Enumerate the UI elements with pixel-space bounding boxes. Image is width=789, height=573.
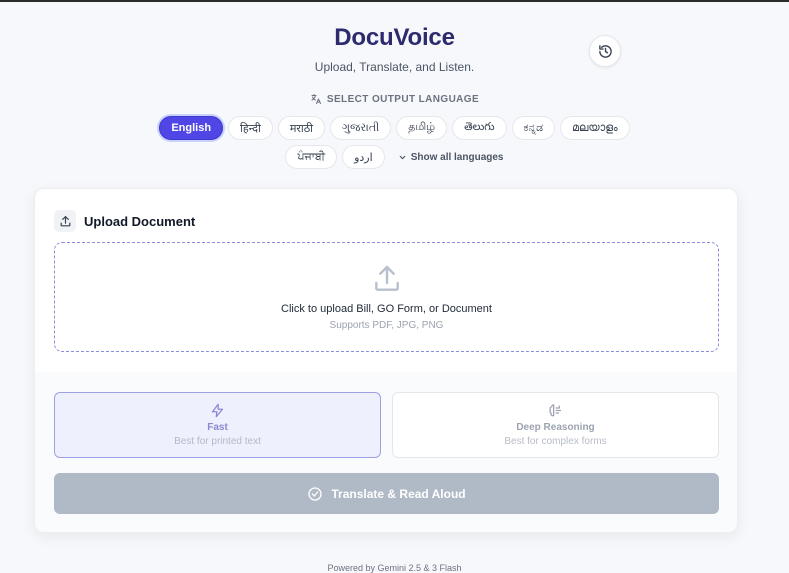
language-chip-urdu[interactable]: اردو <box>342 145 385 169</box>
dropzone-title: Click to upload Bill, GO Form, or Docume… <box>281 303 492 315</box>
lightning-icon <box>211 403 224 418</box>
brain-icon <box>549 404 562 417</box>
submit-label: Translate & Read Aloud <box>331 486 466 501</box>
app-header: DocuVoice Upload, Translate, and Listen. <box>0 24 789 74</box>
language-heading-label: SELECT OUTPUT LANGUAGE <box>326 93 480 105</box>
history-button[interactable] <box>589 35 621 67</box>
translate-read-aloud-button[interactable]: Translate & Read Aloud <box>54 473 719 514</box>
upload-dropzone[interactable]: Click to upload Bill, GO Form, or Docume… <box>54 242 719 352</box>
language-chip-english[interactable]: English <box>159 116 224 140</box>
language-chip-marathi[interactable]: मराठी <box>277 116 325 140</box>
app-title: DocuVoice <box>334 24 455 51</box>
translate-icon <box>311 94 321 104</box>
language-section-heading: SELECT OUTPUT LANGUAGE <box>0 93 789 105</box>
mode-deep-title: Deep Reasoning <box>516 422 595 433</box>
language-chips-row-2: ਪੰਜਾਬੀ اردو Show all languages <box>0 145 789 169</box>
language-chip-hindi[interactable]: हिन्दी <box>228 116 273 140</box>
dropzone-subtitle: Supports PDF, JPG, PNG <box>329 320 444 331</box>
app-subtitle: Upload, Translate, and Listen. <box>314 60 475 74</box>
check-circle-icon <box>308 486 323 501</box>
upload-icon-box <box>54 210 76 232</box>
upload-card-header: Upload Document <box>54 210 195 232</box>
mode-fast-title: Fast <box>207 422 228 433</box>
show-all-label: Show all languages <box>410 151 504 163</box>
mode-fast-option[interactable]: Fast Best for printed text <box>54 392 381 458</box>
language-chip-malayalam[interactable]: മലയാളം <box>560 116 630 140</box>
language-chip-kannada[interactable]: ಕನ್ನಡ <box>511 116 556 140</box>
upload-cloud-icon <box>374 265 399 291</box>
language-chip-tamil[interactable]: தமிழ் <box>396 116 448 140</box>
upload-icon <box>60 215 70 226</box>
show-all-languages-button[interactable]: Show all languages <box>398 152 504 163</box>
language-chip-punjabi[interactable]: ਪੰਜਾਬੀ <box>285 145 338 169</box>
footer-credit: Powered by Gemini 2.5 & 3 Flash <box>327 563 462 573</box>
mode-fast-desc: Best for printed text <box>174 436 261 447</box>
language-chip-telugu[interactable]: తెలుగు <box>452 116 507 140</box>
mode-deep-desc: Best for complex forms <box>504 436 607 447</box>
language-chip-gujarati[interactable]: ગુજરાતી <box>330 116 392 140</box>
mode-deep-reasoning-option[interactable]: Deep Reasoning Best for complex forms <box>392 392 719 458</box>
upload-card: Upload Document Click to upload Bill, GO… <box>34 188 738 533</box>
chevron-down-icon <box>399 155 405 159</box>
processing-options: Fast Best for printed text Deep Reasonin… <box>35 372 737 532</box>
history-icon <box>598 44 612 58</box>
language-chips-row-1: English हिन्दी मराठी ગુજરાતી தமிழ் తెలుగ… <box>0 116 789 140</box>
upload-card-title: Upload Document <box>84 213 196 229</box>
